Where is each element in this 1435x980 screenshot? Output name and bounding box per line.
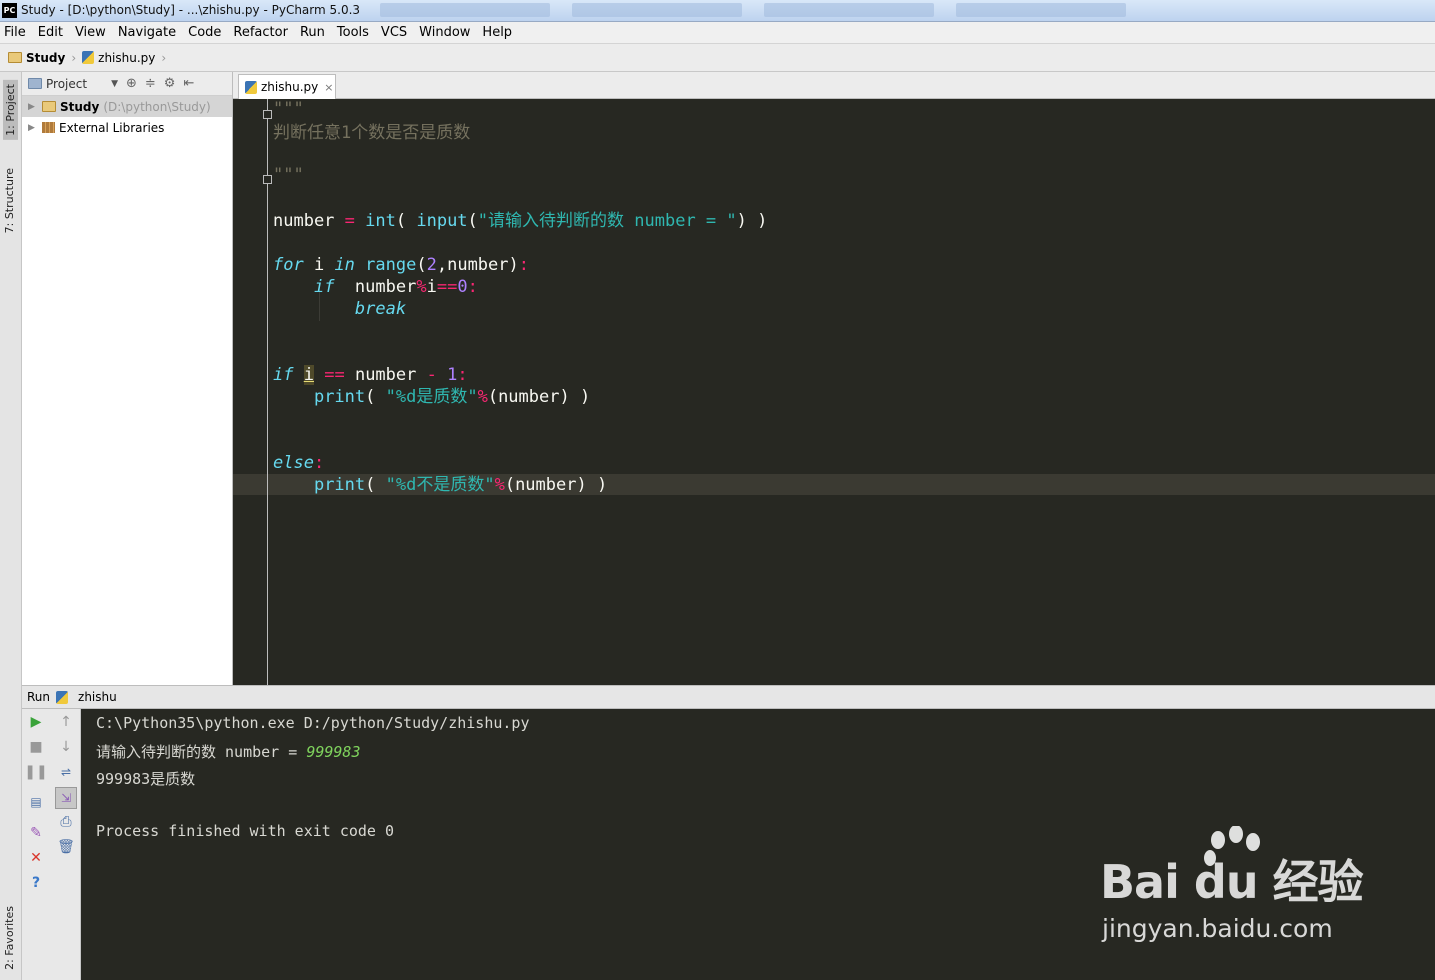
editor-tab-bar: zhishu.py × bbox=[233, 72, 1435, 99]
code-line: 判断任意1个数是否是质数 bbox=[273, 123, 471, 143]
ghost-tab bbox=[764, 3, 934, 17]
tree-item-label: Study bbox=[60, 99, 100, 114]
breadcrumb-project-label: Study bbox=[26, 50, 66, 65]
menu-bar: File Edit View Navigate Code Refactor Ru… bbox=[0, 22, 1435, 44]
left-tool-strip: 1: Project 7: Structure 2: Favorites bbox=[0, 72, 22, 980]
library-icon bbox=[42, 122, 55, 133]
hide-panel-icon[interactable]: ⇤ bbox=[183, 76, 194, 91]
code-line: number = int( input("请输入待判断的数 number = "… bbox=[273, 211, 768, 231]
tree-item-label: External Libraries bbox=[59, 120, 165, 135]
console-result: 999983是质数 bbox=[96, 770, 196, 788]
fold-marker-icon[interactable] bbox=[263, 175, 272, 184]
chevron-right-icon: › bbox=[71, 50, 77, 65]
breadcrumb-file[interactable]: zhishu.py bbox=[82, 51, 155, 65]
fold-marker-icon[interactable] bbox=[263, 110, 272, 119]
collapse-all-icon[interactable]: ≑ bbox=[145, 76, 156, 91]
pause-icon[interactable]: ❚❚ bbox=[24, 763, 47, 781]
code-line: if number%i==0: bbox=[313, 277, 478, 297]
project-panel: Project ▼ ⊕ ≑ ⚙ ⇤ ▶ Study (D:\python\Stu… bbox=[22, 72, 233, 685]
menu-run[interactable]: Run bbox=[300, 25, 325, 40]
soft-wrap-icon[interactable]: ⇌ bbox=[57, 763, 75, 781]
ghost-tab bbox=[380, 3, 550, 17]
close-icon[interactable]: × bbox=[324, 81, 333, 94]
breadcrumb-file-label: zhishu.py bbox=[98, 50, 156, 65]
code-line: """ bbox=[273, 99, 304, 119]
rerun-icon[interactable]: ▶ bbox=[27, 713, 45, 731]
tool-tab-favorites[interactable]: 2: Favorites bbox=[3, 906, 16, 970]
console-prompt-line: 请输入待判断的数 number = 999983 bbox=[96, 741, 361, 762]
folder-icon bbox=[8, 52, 22, 63]
code-line: """ bbox=[273, 165, 304, 185]
code-line: if i == number - 1: bbox=[273, 365, 468, 385]
editor-tab-zhishu[interactable]: zhishu.py × bbox=[238, 74, 336, 99]
watermark-url: jingyan.baidu.com bbox=[1102, 914, 1333, 943]
menu-view[interactable]: View bbox=[75, 25, 106, 40]
menu-vcs[interactable]: VCS bbox=[381, 25, 407, 40]
baidu-watermark: Bai du 经验 jingyan.baidu.com bbox=[1100, 826, 1370, 956]
dropdown-arrow-icon: ▼ bbox=[111, 78, 118, 89]
pycharm-logo-icon: PC bbox=[2, 3, 17, 18]
menu-refactor[interactable]: Refactor bbox=[233, 25, 288, 40]
arrow-up-icon[interactable]: ↑ bbox=[57, 713, 75, 731]
code-line: print( "%d是质数"%(number) ) bbox=[313, 387, 591, 407]
window-title: Study - [D:\python\Study] - ...\zhishu.p… bbox=[21, 3, 361, 17]
menu-edit[interactable]: Edit bbox=[38, 25, 63, 40]
tool-tab-project[interactable]: 1: Project bbox=[3, 80, 18, 140]
menu-code[interactable]: Code bbox=[188, 25, 221, 40]
tree-item-path: (D:\python\Study) bbox=[103, 99, 211, 114]
run-panel-title: Run bbox=[27, 690, 51, 704]
gutter-divider bbox=[267, 99, 268, 685]
code-editor[interactable]: """ 判断任意1个数是否是质数 """ number = int( input… bbox=[233, 99, 1435, 685]
taskbar-ghost-tabs bbox=[380, 3, 1126, 19]
scroll-from-source-icon[interactable]: ⊕ bbox=[126, 76, 137, 91]
close-run-icon[interactable]: ✕ bbox=[27, 849, 45, 867]
code-line: print( "%d不是质数"%(number) ) bbox=[313, 475, 608, 495]
restore-layout-icon[interactable]: ▤ bbox=[27, 793, 45, 811]
breadcrumb: Study › zhishu.py › bbox=[0, 44, 1435, 72]
menu-file[interactable]: File bbox=[4, 25, 26, 40]
expand-arrow-icon[interactable]: ▶ bbox=[28, 102, 42, 112]
arrow-down-icon[interactable]: ↓ bbox=[57, 738, 75, 756]
pin-tab-icon[interactable]: ✎ bbox=[27, 824, 45, 842]
watermark-brand: Bai du 经验 bbox=[1100, 855, 1364, 909]
run-toolbar: ▶ ■ ❚❚ ▤ ✎ ✕ ? ↑ ↓ ⇌ ⇲ ⎙ 🗑 bbox=[22, 709, 81, 980]
ghost-tab bbox=[572, 3, 742, 17]
run-panel-header: Run zhishu bbox=[22, 685, 1435, 709]
chevron-right-icon: › bbox=[161, 50, 167, 65]
help-icon[interactable]: ? bbox=[27, 874, 45, 892]
project-view-icon bbox=[28, 78, 42, 89]
tree-item-study[interactable]: ▶ Study (D:\python\Study) bbox=[22, 96, 232, 117]
code-line: break bbox=[354, 299, 407, 319]
stop-icon[interactable]: ■ bbox=[27, 738, 45, 756]
console-exit: Process finished with exit code 0 bbox=[96, 822, 395, 840]
python-file-icon bbox=[245, 80, 257, 94]
menu-help[interactable]: Help bbox=[482, 25, 512, 40]
console-prompt: 请输入待判断的数 number = bbox=[96, 743, 307, 761]
python-run-config-icon bbox=[56, 690, 69, 704]
code-line: for i in range(2,number): bbox=[273, 255, 529, 275]
print-icon[interactable]: ⎙ bbox=[57, 813, 75, 831]
console-command: C:\Python35\python.exe D:/python/Study/z… bbox=[96, 714, 530, 732]
clear-all-icon[interactable]: 🗑 bbox=[57, 838, 75, 856]
editor-tab-label: zhishu.py bbox=[261, 80, 319, 94]
menu-navigate[interactable]: Navigate bbox=[118, 25, 176, 40]
breadcrumb-project[interactable]: Study bbox=[8, 51, 65, 65]
menu-tools[interactable]: Tools bbox=[337, 25, 369, 40]
ghost-tab bbox=[956, 3, 1126, 17]
console-user-input: 999983 bbox=[306, 743, 361, 761]
project-view-label: Project bbox=[46, 76, 88, 91]
title-bar: PC Study - [D:\python\Study] - ...\zhish… bbox=[0, 0, 1435, 22]
folder-icon bbox=[42, 101, 56, 112]
project-toolbar: Project ▼ ⊕ ≑ ⚙ ⇤ bbox=[22, 72, 232, 96]
code-line: else: bbox=[273, 453, 325, 473]
menu-window[interactable]: Window bbox=[419, 25, 470, 40]
tree-item-external-libraries[interactable]: ▶ External Libraries bbox=[22, 117, 232, 138]
project-view-dropdown[interactable]: Project ▼ bbox=[28, 77, 118, 91]
scroll-to-end-icon[interactable]: ⇲ bbox=[55, 787, 77, 809]
gear-icon[interactable]: ⚙ bbox=[164, 76, 176, 91]
run-config-name[interactable]: zhishu bbox=[78, 690, 117, 704]
expand-arrow-icon[interactable]: ▶ bbox=[28, 123, 42, 133]
python-file-icon bbox=[82, 51, 95, 64]
tool-tab-structure[interactable]: 7: Structure bbox=[3, 168, 16, 233]
